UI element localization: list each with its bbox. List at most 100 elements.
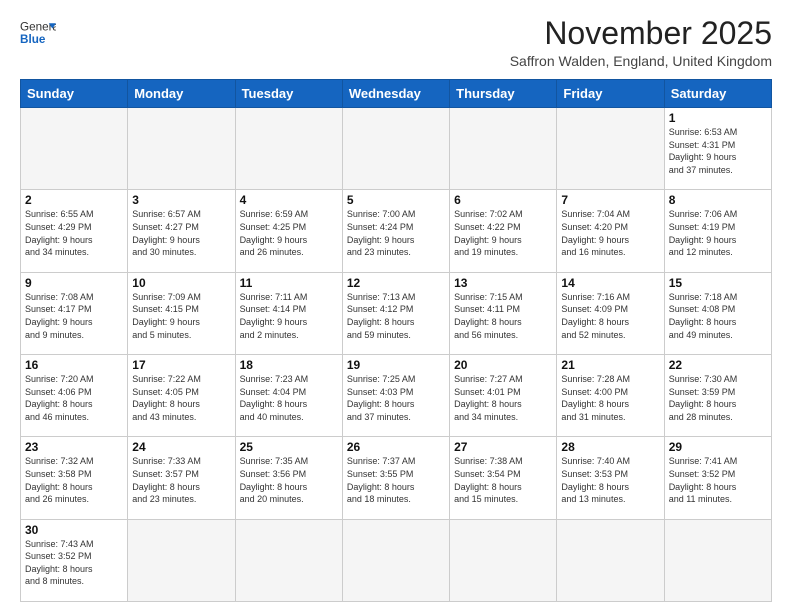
day-info: Sunrise: 7:06 AMSunset: 4:19 PMDaylight:… <box>669 208 767 258</box>
cell-w5-d1 <box>128 519 235 601</box>
day-number: 18 <box>240 358 338 372</box>
header-tuesday: Tuesday <box>235 80 342 108</box>
cell-w2-d5: 14Sunrise: 7:16 AMSunset: 4:09 PMDayligh… <box>557 272 664 354</box>
week-row-3: 16Sunrise: 7:20 AMSunset: 4:06 PMDayligh… <box>21 355 772 437</box>
day-number: 30 <box>25 523 123 537</box>
location: Saffron Walden, England, United Kingdom <box>510 53 772 69</box>
week-row-4: 23Sunrise: 7:32 AMSunset: 3:58 PMDayligh… <box>21 437 772 519</box>
svg-text:General: General <box>20 20 56 33</box>
day-info: Sunrise: 7:00 AMSunset: 4:24 PMDaylight:… <box>347 208 445 258</box>
day-number: 25 <box>240 440 338 454</box>
day-info: Sunrise: 6:59 AMSunset: 4:25 PMDaylight:… <box>240 208 338 258</box>
week-row-2: 9Sunrise: 7:08 AMSunset: 4:17 PMDaylight… <box>21 272 772 354</box>
day-info: Sunrise: 7:27 AMSunset: 4:01 PMDaylight:… <box>454 373 552 423</box>
day-info: Sunrise: 6:55 AMSunset: 4:29 PMDaylight:… <box>25 208 123 258</box>
day-info: Sunrise: 7:04 AMSunset: 4:20 PMDaylight:… <box>561 208 659 258</box>
header-sunday: Sunday <box>21 80 128 108</box>
day-info: Sunrise: 7:11 AMSunset: 4:14 PMDaylight:… <box>240 291 338 341</box>
day-number: 13 <box>454 276 552 290</box>
day-number: 7 <box>561 193 659 207</box>
logo: General Blue <box>20 16 56 52</box>
cell-w4-d0: 23Sunrise: 7:32 AMSunset: 3:58 PMDayligh… <box>21 437 128 519</box>
day-info: Sunrise: 7:37 AMSunset: 3:55 PMDaylight:… <box>347 455 445 505</box>
day-info: Sunrise: 7:38 AMSunset: 3:54 PMDaylight:… <box>454 455 552 505</box>
svg-text:Blue: Blue <box>20 33 46 46</box>
cell-w4-d2: 25Sunrise: 7:35 AMSunset: 3:56 PMDayligh… <box>235 437 342 519</box>
day-number: 21 <box>561 358 659 372</box>
cell-w0-d3 <box>342 108 449 190</box>
day-number: 11 <box>240 276 338 290</box>
cell-w1-d2: 4Sunrise: 6:59 AMSunset: 4:25 PMDaylight… <box>235 190 342 272</box>
cell-w2-d1: 10Sunrise: 7:09 AMSunset: 4:15 PMDayligh… <box>128 272 235 354</box>
day-info: Sunrise: 7:08 AMSunset: 4:17 PMDaylight:… <box>25 291 123 341</box>
cell-w1-d0: 2Sunrise: 6:55 AMSunset: 4:29 PMDaylight… <box>21 190 128 272</box>
day-number: 6 <box>454 193 552 207</box>
day-info: Sunrise: 7:18 AMSunset: 4:08 PMDaylight:… <box>669 291 767 341</box>
day-number: 8 <box>669 193 767 207</box>
cell-w2-d4: 13Sunrise: 7:15 AMSunset: 4:11 PMDayligh… <box>450 272 557 354</box>
cell-w0-d4 <box>450 108 557 190</box>
day-info: Sunrise: 7:23 AMSunset: 4:04 PMDaylight:… <box>240 373 338 423</box>
cell-w1-d5: 7Sunrise: 7:04 AMSunset: 4:20 PMDaylight… <box>557 190 664 272</box>
cell-w1-d1: 3Sunrise: 6:57 AMSunset: 4:27 PMDaylight… <box>128 190 235 272</box>
cell-w0-d1 <box>128 108 235 190</box>
cell-w0-d0 <box>21 108 128 190</box>
day-info: Sunrise: 6:53 AMSunset: 4:31 PMDaylight:… <box>669 126 767 176</box>
day-number: 17 <box>132 358 230 372</box>
cell-w0-d5 <box>557 108 664 190</box>
header-saturday: Saturday <box>664 80 771 108</box>
day-info: Sunrise: 7:13 AMSunset: 4:12 PMDaylight:… <box>347 291 445 341</box>
header-row: Sunday Monday Tuesday Wednesday Thursday… <box>21 80 772 108</box>
day-number: 14 <box>561 276 659 290</box>
month-title: November 2025 <box>510 16 772 51</box>
week-row-0: 1Sunrise: 6:53 AMSunset: 4:31 PMDaylight… <box>21 108 772 190</box>
day-number: 1 <box>669 111 767 125</box>
cell-w4-d6: 29Sunrise: 7:41 AMSunset: 3:52 PMDayligh… <box>664 437 771 519</box>
day-info: Sunrise: 7:40 AMSunset: 3:53 PMDaylight:… <box>561 455 659 505</box>
cell-w5-d3 <box>342 519 449 601</box>
cell-w4-d4: 27Sunrise: 7:38 AMSunset: 3:54 PMDayligh… <box>450 437 557 519</box>
header-friday: Friday <box>557 80 664 108</box>
cell-w4-d1: 24Sunrise: 7:33 AMSunset: 3:57 PMDayligh… <box>128 437 235 519</box>
day-info: Sunrise: 7:41 AMSunset: 3:52 PMDaylight:… <box>669 455 767 505</box>
header-wednesday: Wednesday <box>342 80 449 108</box>
cell-w5-d4 <box>450 519 557 601</box>
week-row-1: 2Sunrise: 6:55 AMSunset: 4:29 PMDaylight… <box>21 190 772 272</box>
header-monday: Monday <box>128 80 235 108</box>
day-info: Sunrise: 7:28 AMSunset: 4:00 PMDaylight:… <box>561 373 659 423</box>
cell-w3-d3: 19Sunrise: 7:25 AMSunset: 4:03 PMDayligh… <box>342 355 449 437</box>
cell-w5-d0: 30Sunrise: 7:43 AMSunset: 3:52 PMDayligh… <box>21 519 128 601</box>
day-info: Sunrise: 7:43 AMSunset: 3:52 PMDaylight:… <box>25 538 123 588</box>
cell-w2-d6: 15Sunrise: 7:18 AMSunset: 4:08 PMDayligh… <box>664 272 771 354</box>
cell-w4-d3: 26Sunrise: 7:37 AMSunset: 3:55 PMDayligh… <box>342 437 449 519</box>
day-number: 10 <box>132 276 230 290</box>
cell-w2-d2: 11Sunrise: 7:11 AMSunset: 4:14 PMDayligh… <box>235 272 342 354</box>
day-number: 2 <box>25 193 123 207</box>
cell-w0-d2 <box>235 108 342 190</box>
cell-w5-d6 <box>664 519 771 601</box>
cell-w1-d4: 6Sunrise: 7:02 AMSunset: 4:22 PMDaylight… <box>450 190 557 272</box>
header-thursday: Thursday <box>450 80 557 108</box>
cell-w3-d6: 22Sunrise: 7:30 AMSunset: 3:59 PMDayligh… <box>664 355 771 437</box>
cell-w0-d6: 1Sunrise: 6:53 AMSunset: 4:31 PMDaylight… <box>664 108 771 190</box>
day-number: 29 <box>669 440 767 454</box>
day-number: 27 <box>454 440 552 454</box>
cell-w5-d5 <box>557 519 664 601</box>
day-number: 16 <box>25 358 123 372</box>
calendar-table: Sunday Monday Tuesday Wednesday Thursday… <box>20 79 772 602</box>
day-info: Sunrise: 7:22 AMSunset: 4:05 PMDaylight:… <box>132 373 230 423</box>
cell-w1-d6: 8Sunrise: 7:06 AMSunset: 4:19 PMDaylight… <box>664 190 771 272</box>
cell-w3-d5: 21Sunrise: 7:28 AMSunset: 4:00 PMDayligh… <box>557 355 664 437</box>
title-section: November 2025 Saffron Walden, England, U… <box>510 16 772 69</box>
cell-w2-d0: 9Sunrise: 7:08 AMSunset: 4:17 PMDaylight… <box>21 272 128 354</box>
day-number: 9 <box>25 276 123 290</box>
cell-w2-d3: 12Sunrise: 7:13 AMSunset: 4:12 PMDayligh… <box>342 272 449 354</box>
day-info: Sunrise: 7:02 AMSunset: 4:22 PMDaylight:… <box>454 208 552 258</box>
cell-w3-d2: 18Sunrise: 7:23 AMSunset: 4:04 PMDayligh… <box>235 355 342 437</box>
day-info: Sunrise: 7:35 AMSunset: 3:56 PMDaylight:… <box>240 455 338 505</box>
day-number: 4 <box>240 193 338 207</box>
day-number: 26 <box>347 440 445 454</box>
cell-w5-d2 <box>235 519 342 601</box>
day-number: 20 <box>454 358 552 372</box>
day-number: 12 <box>347 276 445 290</box>
